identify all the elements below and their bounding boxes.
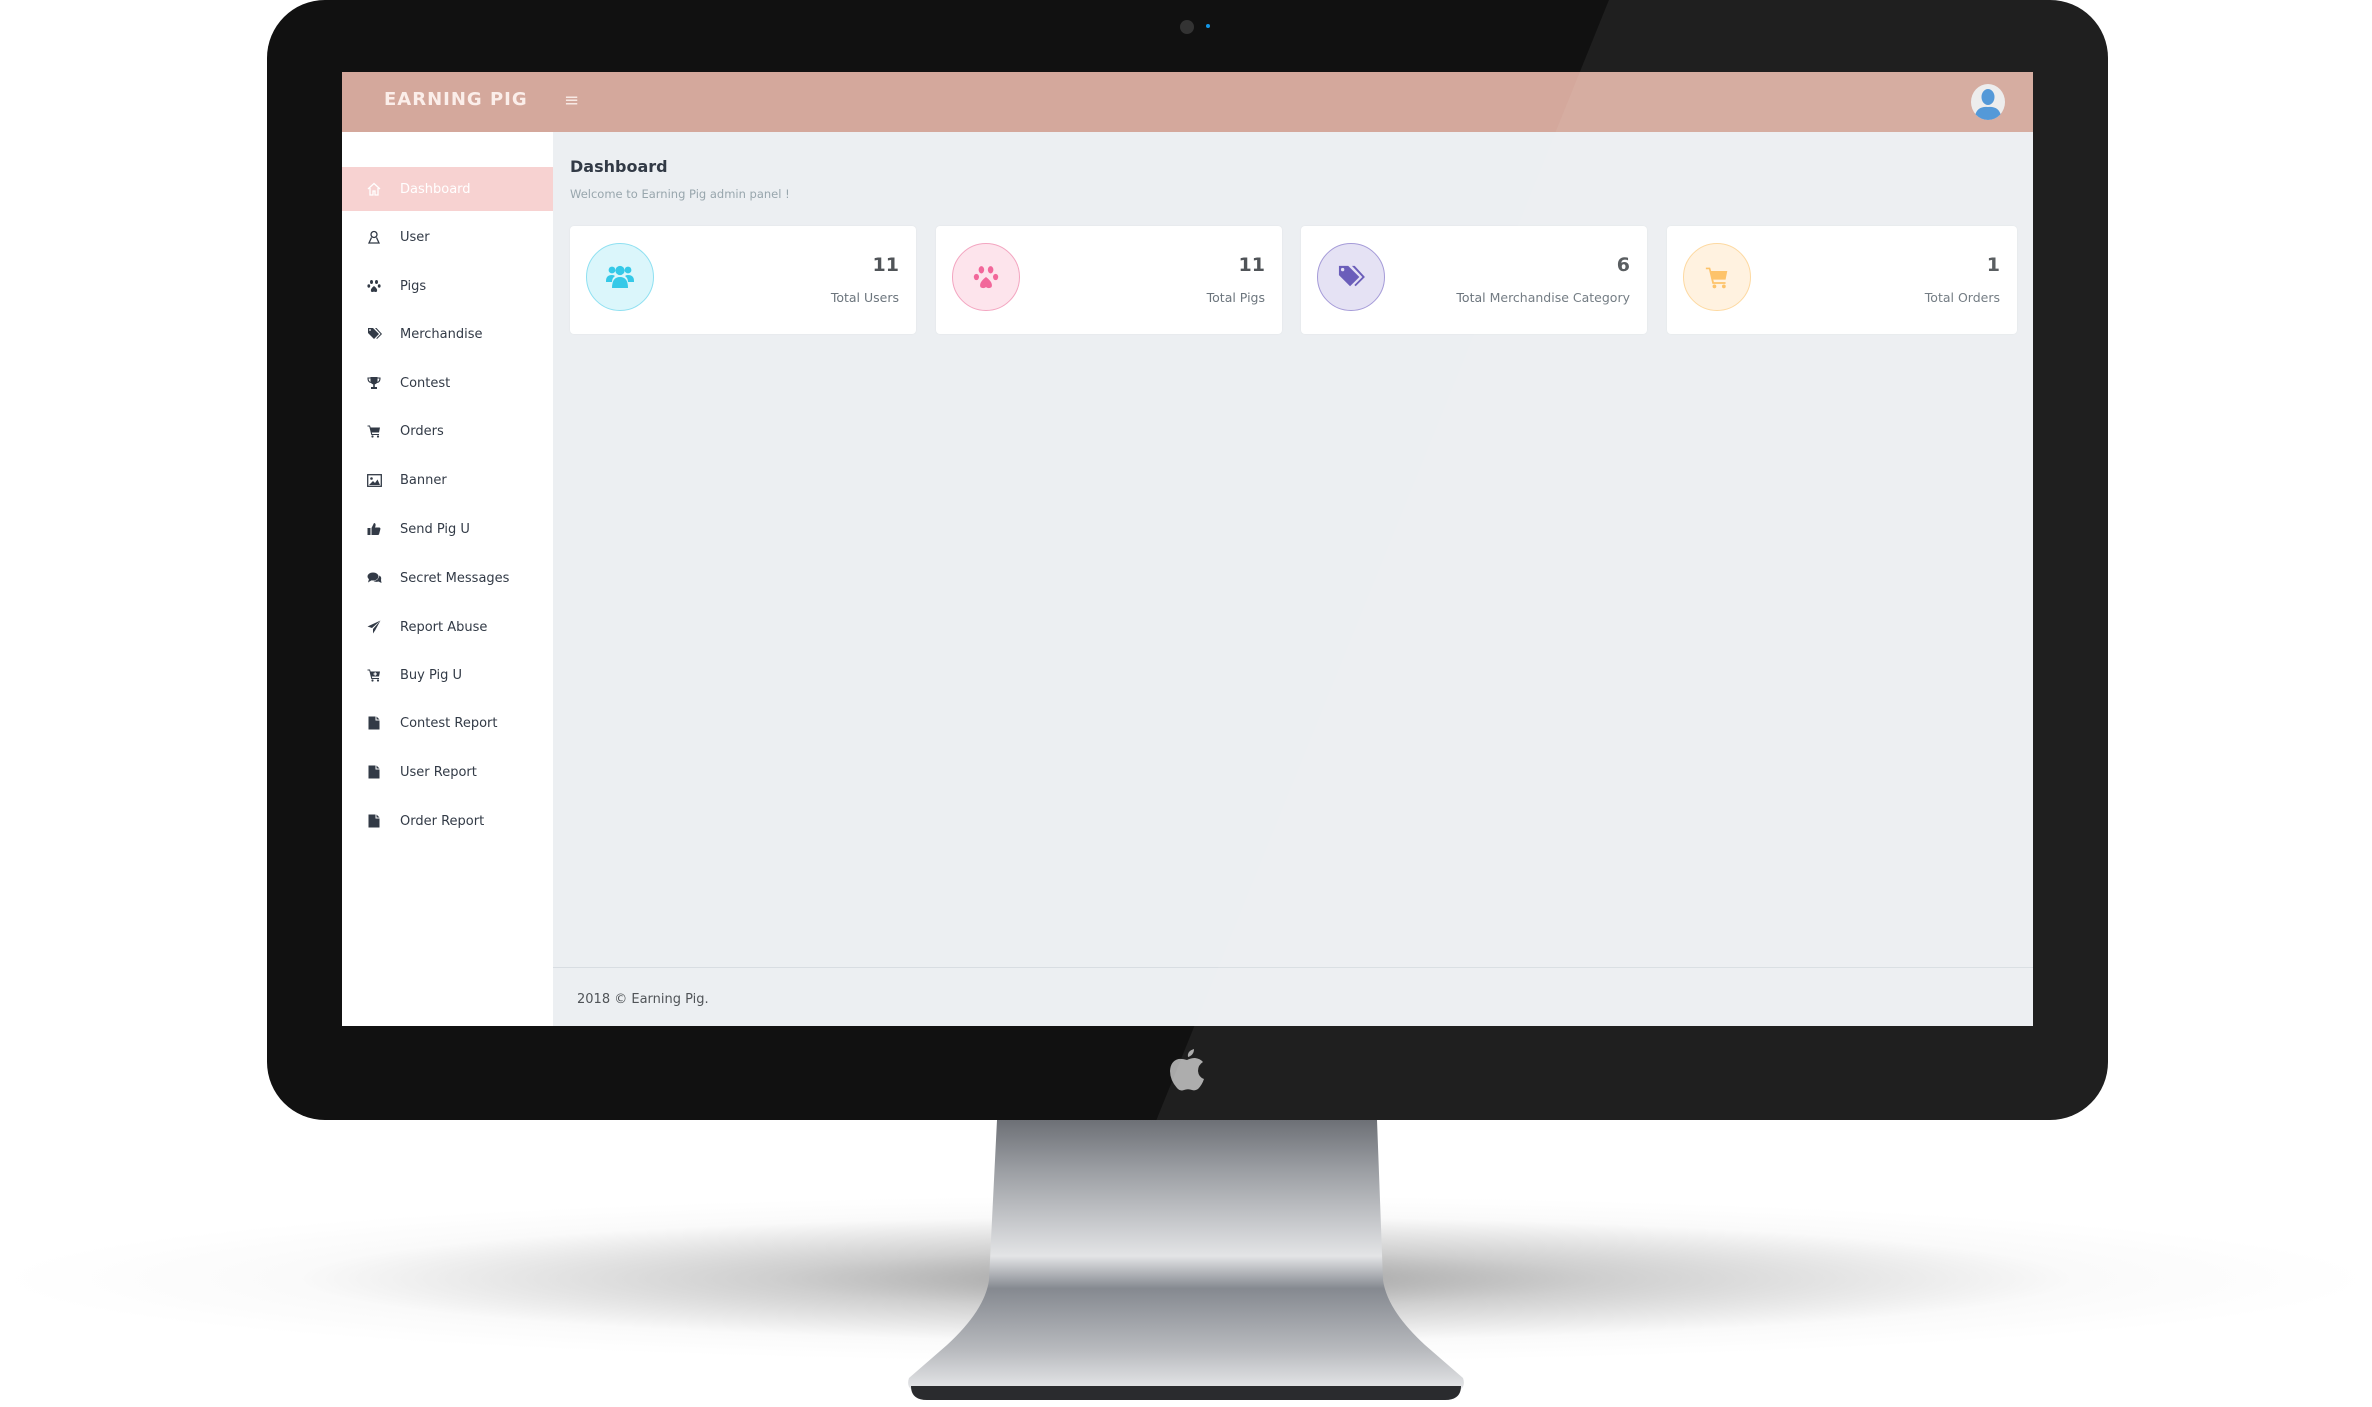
- stat-value: 11: [1238, 254, 1265, 276]
- home-icon: [366, 181, 382, 197]
- user-avatar[interactable]: [1971, 84, 2005, 120]
- comments-icon: [366, 570, 382, 586]
- sidebar-item-contest-report[interactable]: Contest Report: [342, 701, 553, 745]
- stat-label: Total Merchandise Category: [1456, 290, 1630, 305]
- file-icon: [366, 715, 382, 731]
- sidebar-item-label: Banner: [400, 472, 447, 488]
- stat-icon-circle: [586, 243, 654, 311]
- sidebar-item-merchandise[interactable]: Merchandise: [342, 312, 553, 356]
- users-icon: [606, 265, 634, 288]
- image-icon: [366, 472, 382, 488]
- sidebar-item-report-abuse[interactable]: Report Abuse: [342, 605, 553, 649]
- sidebar-item-label: Pigs: [400, 278, 427, 294]
- sidebar-item-label: Buy Pig U: [400, 667, 463, 683]
- sidebar-item-user[interactable]: User: [342, 215, 553, 259]
- sidebar-item-orders[interactable]: Orders: [342, 409, 553, 453]
- stat-card-total-pigs[interactable]: 11 Total Pigs: [936, 226, 1282, 334]
- footer-copyright: 2018 © Earning Pig.: [577, 992, 709, 1007]
- monitor-stand: [908, 1120, 1464, 1400]
- user-avatar-icon: [1975, 89, 2001, 120]
- camera-icon: [1180, 20, 1194, 34]
- sidebar-item-label: Contest: [400, 375, 451, 391]
- thumbs-up-icon: [366, 521, 382, 537]
- stat-value: 6: [1616, 254, 1630, 276]
- file-icon: [366, 813, 382, 829]
- sidebar-item-contest[interactable]: Contest: [342, 361, 553, 405]
- trophy-icon: [366, 375, 382, 391]
- user-icon: [366, 229, 382, 245]
- sidebar-item-label: Dashboard: [400, 181, 471, 197]
- tags-icon: [366, 326, 382, 342]
- footer-divider: [553, 967, 2033, 968]
- sidebar-item-pigs[interactable]: Pigs: [342, 264, 553, 308]
- stat-label: Total Orders: [1924, 290, 2000, 305]
- sidebar-item-secret-messages[interactable]: Secret Messages: [342, 556, 553, 600]
- stat-icon-circle: [1683, 243, 1751, 311]
- stat-icon-circle: [1317, 243, 1385, 311]
- sidebar-item-banner[interactable]: Banner: [342, 458, 553, 502]
- sidebar: Dashboard User Pigs Merchandise Contest …: [342, 132, 553, 1026]
- stat-card-total-merchandise-category[interactable]: 6 Total Merchandise Category: [1301, 226, 1647, 334]
- camera-led: [1206, 24, 1210, 28]
- sidebar-item-user-report[interactable]: User Report: [342, 750, 553, 794]
- brand-logo[interactable]: EARNING PIG: [384, 89, 528, 110]
- stat-card-total-users[interactable]: 11 Total Users: [570, 226, 916, 334]
- stat-value: 1: [1986, 254, 2000, 276]
- stat-icon-circle: [952, 243, 1020, 311]
- sidebar-item-dashboard[interactable]: Dashboard: [342, 167, 553, 211]
- cart-icon: [366, 423, 382, 439]
- page-title: Dashboard: [570, 157, 668, 176]
- apple-logo-icon: [1170, 1049, 1204, 1091]
- stat-card-total-orders[interactable]: 1 Total Orders: [1667, 226, 2017, 334]
- sidebar-item-label: Report Abuse: [400, 619, 488, 635]
- sidebar-item-label: Contest Report: [400, 715, 498, 731]
- paw-icon: [366, 278, 382, 294]
- sidebar-item-send-pig-u[interactable]: Send Pig U: [342, 507, 553, 551]
- cart-icon: [1705, 267, 1728, 289]
- paper-plane-icon: [366, 619, 382, 635]
- sidebar-item-label: Orders: [400, 423, 444, 439]
- sidebar-item-label: User Report: [400, 764, 477, 780]
- sidebar-item-label: Secret Messages: [400, 570, 510, 586]
- sidebar-item-label: User: [400, 229, 430, 245]
- monitor-frame: EARNING PIG ≡ Dashboard User Pigs Mercha…: [267, 0, 2108, 1120]
- cart-plus-icon: [366, 667, 382, 683]
- sidebar-item-label: Merchandise: [400, 326, 483, 342]
- sidebar-item-label: Send Pig U: [400, 521, 470, 537]
- sidebar-item-label: Order Report: [400, 813, 485, 829]
- screen: EARNING PIG ≡ Dashboard User Pigs Mercha…: [342, 72, 2033, 1026]
- hamburger-menu-icon[interactable]: ≡: [564, 90, 579, 111]
- sidebar-item-order-report[interactable]: Order Report: [342, 799, 553, 843]
- stat-value: 11: [872, 254, 899, 276]
- stat-label: Total Pigs: [1206, 290, 1265, 305]
- top-navbar: EARNING PIG ≡: [342, 72, 2033, 132]
- page-subtitle: Welcome to Earning Pig admin panel !: [570, 187, 790, 201]
- paw-icon: [973, 266, 999, 289]
- file-icon: [366, 764, 382, 780]
- stat-label: Total Users: [830, 290, 899, 305]
- tags-icon: [1338, 265, 1365, 287]
- main-content: Dashboard Welcome to Earning Pig admin p…: [553, 132, 2033, 1026]
- sidebar-item-buy-pig-u[interactable]: Buy Pig U: [342, 653, 553, 697]
